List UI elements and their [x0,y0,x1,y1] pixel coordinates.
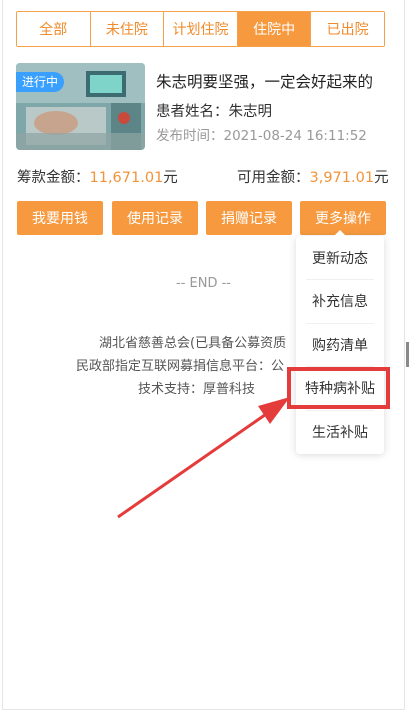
patient-name: 朱志明 [228,104,273,120]
annotation-highlight-box [287,367,390,409]
use-money-button[interactable]: 我要用钱 [17,201,103,235]
tab-discharged[interactable]: 已出院 [311,12,384,46]
usage-records-button[interactable]: 使用记录 [112,201,198,235]
patient-name-row: 患者姓名：朱志明 [156,100,272,121]
campaign-thumbnail[interactable]: 进行中 [16,63,145,150]
available-amount-unit: 元 [374,170,389,186]
available-amount-row: 可用金额：3,971.01元 [237,166,389,187]
raised-amount-unit: 元 [163,170,178,186]
footer-tech-support: 技术支持：厚普科技 [138,382,256,397]
menu-item-update-news[interactable]: 更新动态 [296,236,384,280]
patient-name-label: 患者姓名： [156,104,229,120]
tab-not-hospitalized[interactable]: 未住院 [90,12,165,46]
more-actions-menu: 更新动态 补充信息 购药清单 特种病补贴 生活补贴 [296,230,384,454]
campaign-title[interactable]: 朱志明要坚强，一定会好起来的 [156,70,373,92]
end-marker: -- END -- [176,276,231,291]
available-amount-label: 可用金额： [237,170,310,186]
raised-amount-row: 筹款金额：11,671.01元 [17,166,178,187]
raised-amount-label: 筹款金额： [17,170,90,186]
tab-planned[interactable]: 计划住院 [164,12,238,46]
menu-item-supplement-info[interactable]: 补充信息 [296,279,384,323]
menu-item-living-subsidy[interactable]: 生活补贴 [296,410,384,454]
menu-item-medicine-list[interactable]: 购药清单 [296,323,384,367]
tab-hospitalized[interactable]: 住院中 [237,12,312,46]
tab-all[interactable]: 全部 [17,12,91,46]
publish-time-row: 发布时间：2021-08-24 16:11:52 [156,124,367,144]
publish-time-label: 发布时间： [156,128,224,144]
status-badge: 进行中 [16,72,65,92]
available-amount-value: 3,971.01 [309,170,375,186]
donation-records-button[interactable]: 捐赠记录 [206,201,292,235]
footer-platform: 民政部指定互联网募捐信息平台：公 [76,359,285,374]
publish-time: 2021-08-24 16:11:52 [223,128,367,144]
footer-org: 湖北省慈善总会(已具备公募资质 [99,336,287,351]
status-tabs: 全部 未住院 计划住院 住院中 已出院 [16,11,385,47]
scrollbar-thumb[interactable] [406,342,409,367]
raised-amount-value: 11,671.01 [89,170,164,186]
